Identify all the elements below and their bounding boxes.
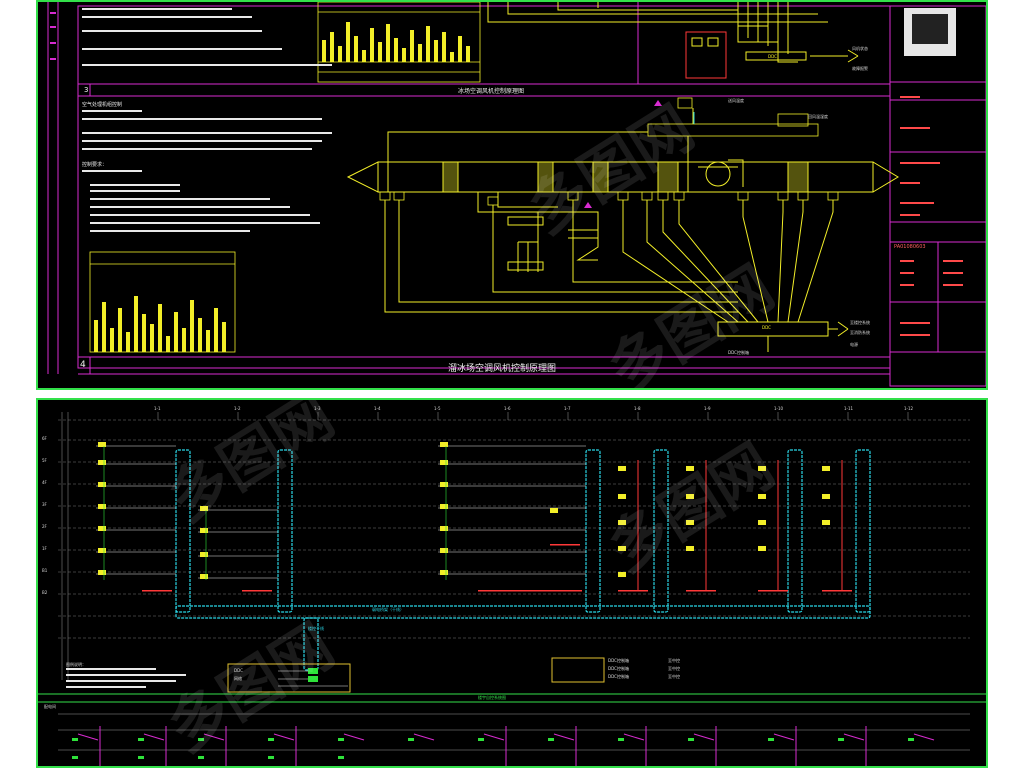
legend-box-1 (227, 663, 351, 693)
label-bottom-left: DDC控制箱 (728, 350, 749, 355)
axis-label-3: 1-3 (314, 406, 321, 411)
label-upper-right-1: 风机状态 (852, 46, 868, 51)
label-ddc-top: DDC (768, 54, 777, 59)
axis-label-6: 1-6 (504, 406, 511, 411)
caption-bottom: 楼宇自控系统图 (478, 695, 506, 700)
section4-title: 溜冰场空调风机控制原理图 (448, 364, 557, 374)
legend-box2-right-1: 至中控 (668, 658, 680, 663)
floor-label-7: B1 (42, 568, 48, 573)
section3-number: 3 (84, 86, 89, 94)
legend-box2-item-1: DDC控制箱 (608, 658, 629, 663)
floor-label-4: 3F (42, 502, 47, 507)
legend-box1-item-1: DDC (234, 668, 243, 673)
label-lower-right-1: 至楼控系统 (850, 320, 870, 325)
legend-box2-item-3: DDC控制箱 (608, 674, 629, 679)
legend-line-1: 图例说明： (66, 662, 86, 667)
axis-label-8: 1-8 (634, 406, 641, 411)
title-block (889, 5, 986, 387)
legend-box2-item-2: DDC控制箱 (608, 666, 629, 671)
label-top-small-2: 回风温湿度 (808, 114, 828, 119)
label-upper-right-2: 故障报警 (852, 66, 868, 71)
title-block-code: PA01080603 (894, 244, 926, 250)
axis-label-1: 1-1 (154, 406, 161, 411)
floor-label-8: B2 (42, 590, 48, 595)
notes-heading: 空气处理机组控制 (82, 102, 123, 108)
label-lower-right-2: 至消防系统 (850, 330, 870, 335)
legend-box2-right-3: 至中控 (668, 674, 680, 679)
second-header: 配电间 (44, 704, 56, 709)
section4-number: 4 (80, 360, 86, 370)
legend-box-2 (551, 657, 605, 683)
drawing-sheet-top: 3 冰场空调风机控制原理图 4 溜冰场空调风机控制原理图 空气处理机组控制 控制… (36, 0, 988, 390)
legend-box1-item-2: 网络 (234, 676, 242, 681)
bottom-diagram-svg (38, 412, 986, 766)
notes-heading-2: 控制要求： (82, 162, 108, 168)
vertical-label: 楼控干线 (308, 626, 324, 631)
floor-label-3: 4F (42, 480, 47, 485)
floor-label-6: 1F (42, 546, 47, 551)
axis-label-4: 1-4 (374, 406, 381, 411)
label-lower-right-3: 电源 (850, 342, 858, 347)
floor-label-5: 2F (42, 524, 47, 529)
ddc-box-bottom (717, 321, 829, 337)
legend-box2-right-2: 至中控 (668, 666, 680, 671)
axis-label-11: 1-11 (844, 406, 854, 411)
axis-label-7: 1-7 (564, 406, 571, 411)
cyan-bus (175, 449, 871, 671)
axis-label-5: 1-5 (434, 406, 441, 411)
floor-label-1: 6F (42, 436, 47, 441)
axis-label-10: 1-10 (774, 406, 784, 411)
floor-label-2: 5F (42, 458, 47, 463)
bus-label: 弱电桥架（干线） (372, 607, 404, 612)
label-ddc-bottom: DDC (762, 325, 771, 330)
drawing-sheet-bottom: 1-1 1-2 1-3 1-4 1-5 1-6 1-7 1-8 1-9 1-10… (36, 398, 988, 768)
label-top-small-1: 送风温度 (728, 98, 744, 103)
axis-label-9: 1-9 (704, 406, 711, 411)
axis-label-12: 1-12 (904, 406, 914, 411)
section3-title: 冰场空调风机控制原理图 (458, 88, 525, 95)
top-diagram-svg (47, 2, 986, 387)
axis-label-2: 1-2 (234, 406, 241, 411)
